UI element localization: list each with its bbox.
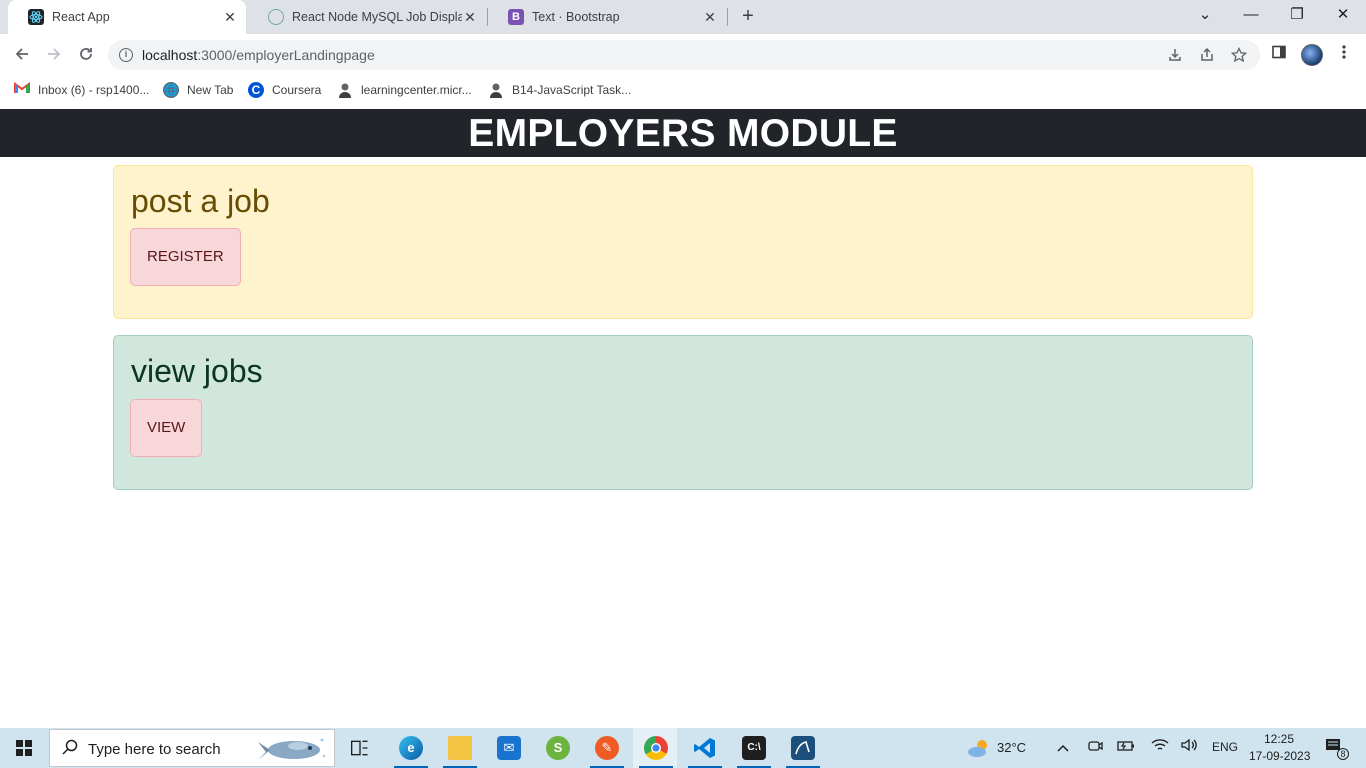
search-icon: [62, 739, 78, 760]
back-button[interactable]: [9, 43, 35, 69]
person-icon: [337, 82, 353, 98]
back-arrow-icon: [15, 48, 28, 60]
search-placeholder: Type here to search: [88, 741, 221, 758]
windows-taskbar: Type here to search e ✉ S ✎ C:\ 32°C ENG…: [0, 728, 1366, 768]
reload-button[interactable]: [73, 43, 99, 69]
browser-toolbar: i localhost:3000/employerLandingpage: [0, 34, 1366, 76]
meet-now-icon[interactable]: [1085, 738, 1105, 758]
tab-job-display[interactable]: React Node MySQL Job Display ✕: [248, 0, 486, 34]
restore-button[interactable]: ❐: [1274, 0, 1320, 32]
taskbar-mail[interactable]: ✉: [486, 728, 530, 768]
tab-divider: [727, 8, 728, 26]
close-tab-icon[interactable]: ✕: [702, 9, 718, 25]
taskbar-vscode[interactable]: [682, 728, 726, 768]
install-app-icon[interactable]: [1166, 47, 1184, 65]
folder-icon: [448, 736, 472, 760]
taskbar-search-box[interactable]: Type here to search: [49, 729, 335, 767]
mail-icon: ✉: [497, 736, 521, 760]
search-highlight-illustration: [258, 738, 326, 760]
minimize-button[interactable]: —: [1228, 0, 1274, 32]
wifi-icon[interactable]: [1150, 738, 1170, 758]
side-panel-icon[interactable]: [1268, 44, 1290, 66]
task-view-button[interactable]: [337, 728, 381, 768]
clock-date[interactable]: 17-09-2023: [1249, 749, 1310, 763]
show-hidden-icons-icon[interactable]: [1053, 738, 1073, 758]
terminal-icon: C:\: [742, 736, 766, 760]
edge-icon: e: [399, 736, 423, 760]
site-info-icon[interactable]: i: [119, 48, 133, 62]
view-button[interactable]: VIEW: [130, 399, 203, 457]
post-job-heading: post a job: [131, 183, 270, 219]
address-bar[interactable]: i localhost:3000/employerLandingpage: [108, 40, 1260, 70]
globe-icon: 🌐: [163, 82, 179, 98]
browser-tab-strip: React App ✕ React Node MySQL Job Display…: [0, 0, 1366, 34]
post-job-card: post a job REGISTER: [113, 165, 1253, 319]
close-tab-icon[interactable]: ✕: [462, 9, 478, 25]
tab-title: React App: [52, 10, 110, 24]
windows-logo-icon: [16, 740, 32, 756]
clock-time[interactable]: 12:25: [1264, 732, 1294, 746]
url-host: localhost: [142, 47, 198, 63]
coursera-icon: C: [248, 82, 264, 98]
bookmark-label: New Tab: [187, 83, 234, 97]
tab-react-app[interactable]: React App ✕: [8, 0, 246, 34]
taskbar-chrome[interactable]: [633, 728, 677, 768]
volume-icon[interactable]: [1179, 738, 1199, 758]
bookmark-label: Coursera: [272, 83, 322, 97]
vscode-icon: [693, 736, 717, 760]
bookmark-gmail[interactable]: Inbox (6) - rsp1400...: [14, 81, 149, 99]
react-icon: [28, 9, 44, 25]
profile-avatar[interactable]: [1301, 44, 1323, 66]
bookmark-label: B14-JavaScript Task...: [512, 83, 632, 97]
page-title: EMPLOYERS MODULE: [0, 109, 1366, 157]
mysql-workbench-icon: [791, 736, 815, 760]
share-icon[interactable]: [1198, 47, 1216, 65]
weather-icon[interactable]: [966, 738, 992, 758]
bookmark-coursera[interactable]: C Coursera: [248, 81, 321, 99]
bookmark-star-icon[interactable]: [1230, 46, 1248, 65]
taskbar-edge[interactable]: e: [388, 728, 432, 768]
chrome-icon: [644, 736, 668, 760]
bookmarks-bar: Inbox (6) - rsp1400... 🌐 New Tab C Cours…: [0, 76, 1366, 104]
url-path: :3000/employerLandingpage: [197, 47, 375, 63]
tab-search-button[interactable]: ⌄: [1182, 0, 1228, 32]
start-button[interactable]: [0, 728, 48, 768]
page-viewport: EMPLOYERS MODULE post a job REGISTER vie…: [0, 109, 1366, 728]
person-icon: [488, 82, 504, 98]
bookmark-new-tab[interactable]: 🌐 New Tab: [163, 81, 233, 99]
battery-icon[interactable]: [1116, 738, 1136, 758]
tab-title: React Node MySQL Job Display: [292, 10, 462, 24]
bookmark-label: learningcenter.micr...: [361, 83, 472, 97]
task-view-icon: [351, 740, 368, 756]
close-window-button[interactable]: ✕: [1320, 0, 1366, 32]
gmail-icon: [14, 82, 30, 98]
taskbar-terminal[interactable]: C:\: [731, 728, 775, 768]
chrome-menu-icon[interactable]: [1333, 44, 1355, 66]
bookmark-label: Inbox (6) - rsp1400...: [38, 83, 150, 97]
forward-arrow-icon: [48, 48, 61, 60]
spring-icon: S: [546, 736, 570, 760]
bookmark-learningcenter[interactable]: learningcenter.micr...: [337, 81, 472, 99]
view-jobs-card: view jobs VIEW: [113, 335, 1253, 490]
taskbar-spring-tools[interactable]: S: [535, 728, 579, 768]
weather-temperature[interactable]: 32°C: [997, 740, 1026, 755]
reload-icon: [80, 48, 92, 60]
tab-title: Text · Bootstrap: [532, 10, 620, 24]
taskbar-mysql-workbench[interactable]: [780, 728, 824, 768]
url-text[interactable]: localhost:3000/employerLandingpage: [142, 47, 375, 63]
new-tab-button[interactable]: +: [737, 5, 759, 27]
taskbar-file-explorer[interactable]: [437, 728, 481, 768]
bootstrap-icon: B: [508, 9, 524, 25]
postman-icon: ✎: [595, 736, 619, 760]
bookmark-b14-javascript[interactable]: B14-JavaScript Task...: [488, 81, 631, 99]
close-tab-icon[interactable]: ✕: [222, 9, 238, 25]
notification-count-badge: 8: [1337, 748, 1349, 760]
taskbar-postman[interactable]: ✎: [584, 728, 628, 768]
language-indicator[interactable]: ENG: [1212, 740, 1238, 754]
tab-bootstrap[interactable]: B Text · Bootstrap ✕: [488, 0, 726, 34]
forward-button[interactable]: [41, 43, 67, 69]
chatgpt-icon: [268, 9, 284, 25]
view-jobs-heading: view jobs: [131, 353, 263, 389]
register-button[interactable]: REGISTER: [130, 228, 241, 286]
